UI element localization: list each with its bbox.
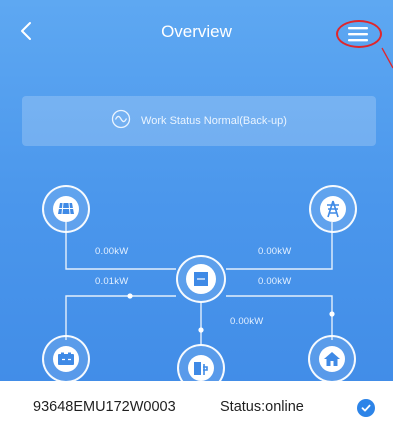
- backup-load-icon: [188, 355, 214, 381]
- load-power-label: 0.00kW: [258, 276, 292, 287]
- battery-icon: [53, 346, 79, 372]
- device-bar[interactable]: 93648EMU172W0003 Status:online: [0, 381, 393, 437]
- home-node[interactable]: [308, 335, 356, 383]
- overview-screen: Overview Work Status Normal(Back-up) 0.0…: [0, 0, 393, 437]
- battery-power-label: 0.01kW: [95, 276, 129, 287]
- pv-node[interactable]: [42, 185, 90, 233]
- grid-node[interactable]: [309, 185, 357, 233]
- battery-node[interactable]: [42, 335, 90, 383]
- grid-power-label: 0.00kW: [258, 246, 292, 257]
- solar-panel-icon: [53, 196, 79, 222]
- inverter-icon: [186, 264, 216, 294]
- device-serial: 93648EMU172W0003: [33, 399, 176, 415]
- inverter-node[interactable]: [176, 255, 226, 303]
- pv-power-label: 0.00kW: [95, 246, 129, 257]
- house-icon: [319, 346, 345, 372]
- check-circle-icon[interactable]: [357, 399, 375, 417]
- backup-power-label: 0.00kW: [230, 316, 264, 327]
- power-tower-icon: [320, 196, 346, 222]
- device-status: Status:online: [220, 399, 304, 415]
